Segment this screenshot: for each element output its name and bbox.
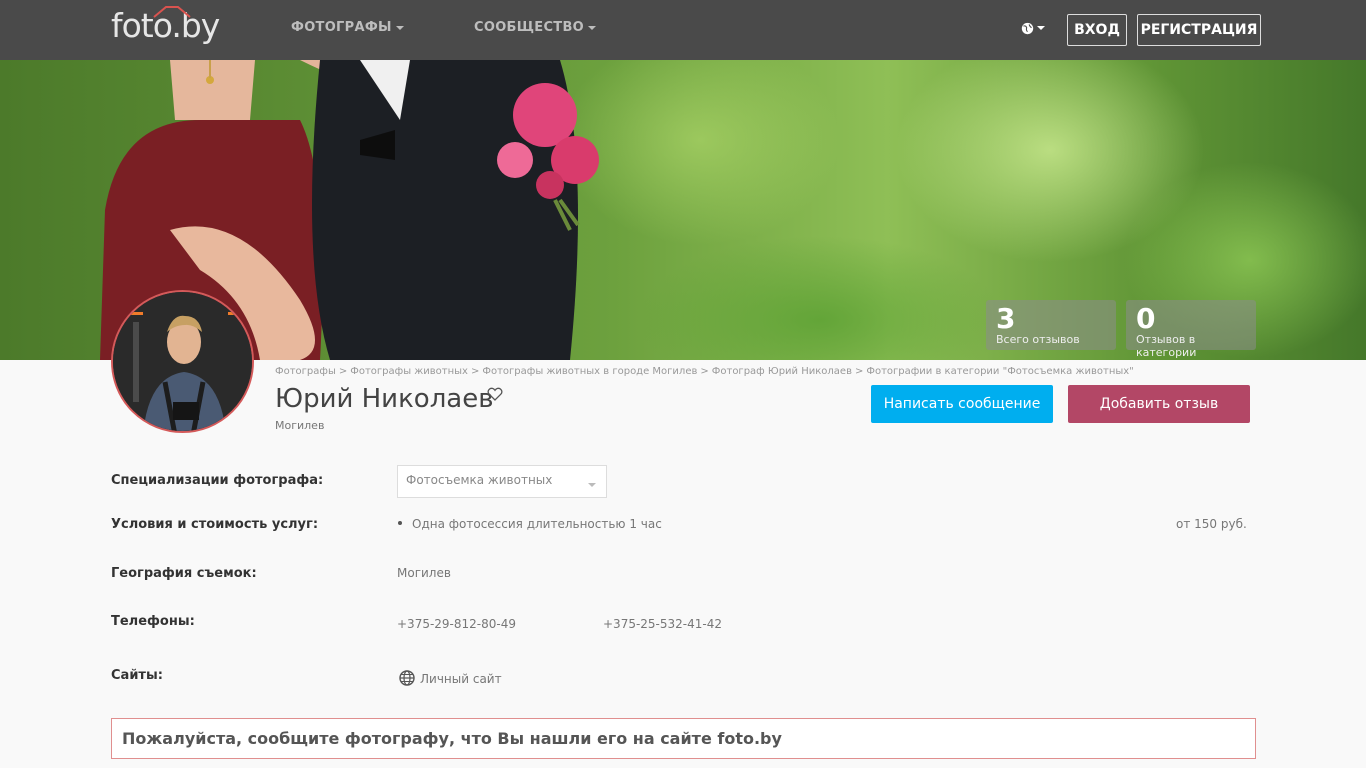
nav-community-label: СООБЩЕСТВО [474, 20, 585, 35]
breadcrumb-separator: > [338, 366, 348, 377]
phones-label: Телефоны: [111, 614, 195, 629]
condition-price: от 150 руб. [1176, 517, 1247, 531]
condition-item: Одна фотосессия длительностью 1 час [412, 517, 662, 531]
stat-total-reviews: 3 Всего отзывов [986, 300, 1116, 350]
chevron-down-icon [395, 25, 404, 30]
breadcrumb-category: Фотографии в категории "Фотосъемка живот… [866, 366, 1134, 377]
breadcrumb: Фотографы > Фотографы животных > Фотографы ж… [275, 366, 1134, 377]
avatar [111, 290, 254, 433]
register-button[interactable]: РЕГИСТРАЦИЯ [1137, 14, 1261, 46]
language-switcher[interactable] [1021, 20, 1045, 36]
stat-category-reviews-label: Отзывов в категории [1136, 333, 1197, 359]
breadcrumb-separator: > [470, 366, 480, 377]
specializations-label: Специализации фотографа: [111, 473, 324, 488]
nav-photographers[interactable]: ФОТОГРАФЫ [291, 20, 404, 35]
logo-camera-icon [153, 6, 191, 18]
globe-icon [1021, 22, 1034, 34]
personal-site-link[interactable]: Личный сайт [420, 672, 502, 686]
phone-1[interactable]: +375-29-812-80-49 [397, 617, 516, 631]
breadcrumb-animal-photographers-mogilev[interactable]: Фотографы животных в городе Могилев [482, 366, 697, 377]
nav-community[interactable]: СООБЩЕСТВО [474, 20, 597, 35]
chevron-down-icon [588, 25, 597, 30]
breadcrumb-animal-photographers[interactable]: Фотографы животных [350, 366, 468, 377]
globe-icon [399, 670, 415, 686]
heart-icon[interactable] [487, 386, 503, 402]
phone-2[interactable]: +375-25-532-41-42 [603, 617, 722, 631]
photographer-portrait [113, 292, 252, 431]
specialization-select[interactable]: Фотосъемка животных [397, 465, 607, 498]
profile-city: Могилев [275, 419, 325, 432]
stat-total-reviews-value: 3 [996, 302, 1016, 335]
conditions-label: Условия и стоимость услуг: [111, 517, 319, 532]
nav-photographers-label: ФОТОГРАФЫ [291, 20, 392, 35]
breadcrumb-photographer[interactable]: Фотограф Юрий Николаев [712, 366, 852, 377]
top-navbar: foto.by ФОТОГРАФЫ СООБЩЕСТВО ВХОД РЕГИСТ… [0, 0, 1366, 60]
breadcrumb-photographers[interactable]: Фотографы [275, 366, 336, 377]
chevron-down-icon [588, 483, 596, 487]
specialization-select-value: Фотосъемка животных [406, 473, 553, 487]
notice-banner: Пожалуйста, сообщите фотографу, что Вы н… [111, 718, 1256, 759]
write-message-button[interactable]: Написать сообщение [871, 385, 1053, 423]
add-review-button[interactable]: Добавить отзыв [1068, 385, 1250, 423]
geography-label: География съемок: [111, 566, 257, 581]
breadcrumb-separator: > [854, 366, 864, 377]
sites-label: Сайты: [111, 668, 163, 683]
page-title: Юрий Николаев [275, 384, 494, 414]
bullet-icon [398, 521, 402, 525]
stat-category-reviews-value: 0 [1136, 302, 1156, 335]
stat-category-reviews: 0 Отзывов в категории [1126, 300, 1256, 359]
login-button[interactable]: ВХОД [1067, 14, 1127, 46]
chevron-down-icon [1037, 26, 1045, 30]
breadcrumb-separator: > [700, 366, 709, 377]
stat-total-reviews-label: Всего отзывов [996, 333, 1080, 346]
geography-value: Могилев [397, 566, 451, 580]
